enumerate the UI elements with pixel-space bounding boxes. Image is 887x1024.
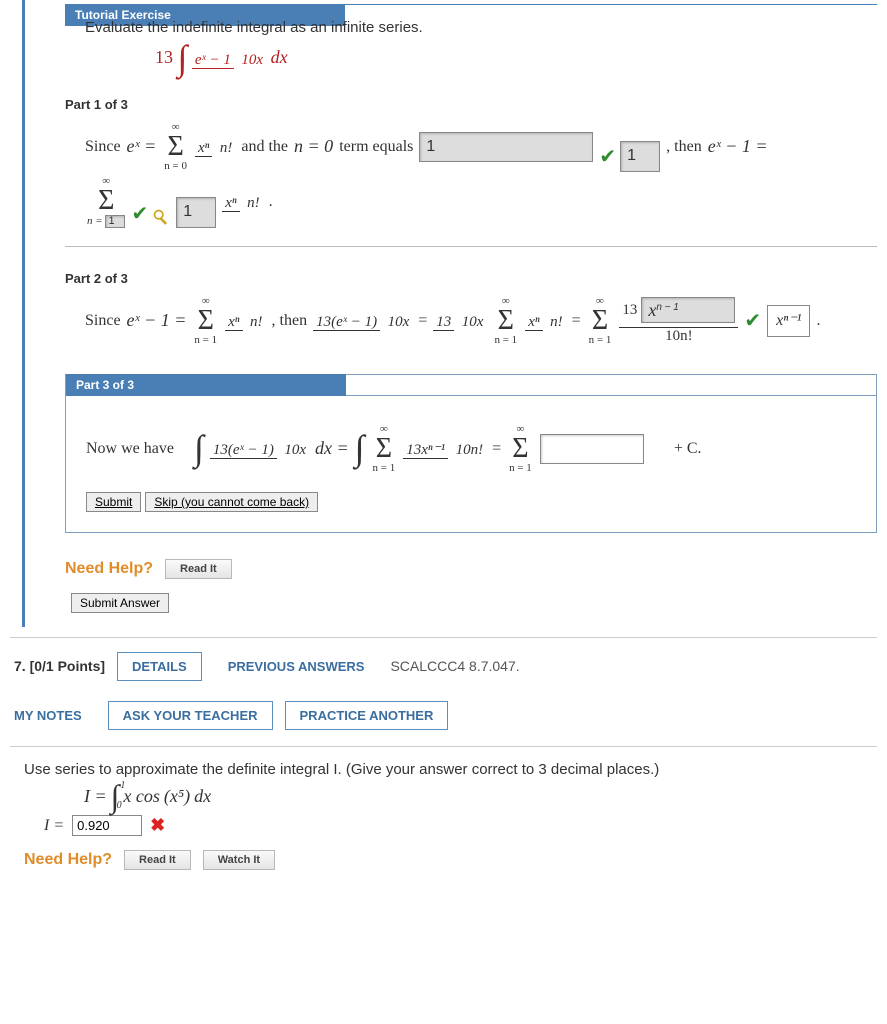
part1-answer2[interactable]: 1 [620, 141, 660, 171]
read-it-button-2[interactable]: Read It [124, 850, 191, 870]
q7-integral: I = ∫ 1 0 x cos (x⁵) dx [84, 784, 863, 810]
q7-answer-input[interactable] [72, 815, 142, 836]
part1-step: Since eˣ = ∞ Σ n = 0 xⁿ n! and the n = 0… [85, 122, 877, 228]
key-icon[interactable] [152, 208, 172, 228]
part2-numerator-answer[interactable]: xn − 1 [641, 297, 735, 323]
part1-answer1[interactable]: 1 [419, 132, 593, 162]
part1-answer3[interactable]: 1 [105, 215, 125, 228]
part2-label: Part 2 of 3 [65, 271, 877, 286]
submit-answer-button[interactable]: Submit Answer [71, 593, 169, 613]
part2-formula-hint: xⁿ⁻¹ [767, 305, 810, 337]
previous-answers-button[interactable]: PREVIOUS ANSWERS [214, 653, 379, 680]
part1-label: Part 1 of 3 [65, 97, 877, 112]
part2-coef-answer: 13 [622, 303, 637, 318]
tutorial-prompt: Evaluate the indefinite integral as an i… [85, 19, 877, 36]
need-help-label-2: Need Help? [24, 851, 112, 869]
ask-teacher-button[interactable]: ASK YOUR TEACHER [108, 701, 273, 730]
q7-answer-label: I = [44, 817, 64, 835]
my-notes-button[interactable]: MY NOTES [14, 702, 96, 729]
part3-header: Part 3 of 3 [66, 374, 346, 396]
check-icon: ✔ [131, 200, 148, 228]
watch-it-button[interactable]: Watch It [203, 850, 275, 870]
read-it-button[interactable]: Read It [165, 559, 232, 579]
tutorial-integral: 13 ∫ eˣ − 1 10x dx [155, 44, 877, 73]
practice-another-button[interactable]: PRACTICE ANOTHER [285, 701, 449, 730]
q7-source: SCALCCC4 8.7.047. [390, 658, 519, 674]
cross-icon: ✖ [150, 815, 165, 836]
part3-answer-input[interactable] [540, 434, 644, 464]
check-icon: ✔ [599, 143, 616, 171]
skip-button[interactable]: Skip (you cannot come back) [145, 492, 318, 512]
part3-container: Part 3 of 3 Now we have ∫ 13(eˣ − 1) 10x… [65, 374, 877, 533]
submit-step-button[interactable]: Submit [86, 492, 141, 512]
details-button[interactable]: DETAILS [117, 652, 202, 681]
part1-key-answer: 1 [176, 197, 216, 227]
part2-step: Since eˣ − 1 = ∞ Σ n = 1 xⁿ n! , then 13… [85, 296, 877, 346]
q7-points: 7. [0/1 Points] [14, 658, 105, 674]
need-help-label: Need Help? [65, 560, 153, 578]
check-icon: ✔ [744, 307, 761, 335]
q7-prompt: Use series to approximate the definite i… [24, 761, 863, 778]
